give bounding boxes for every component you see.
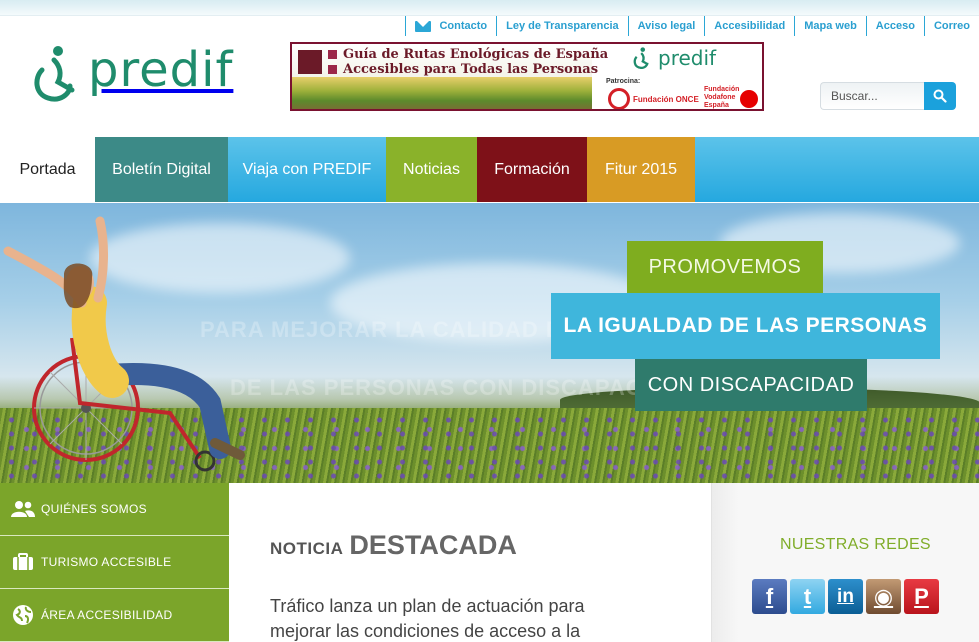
globe-icon — [11, 603, 35, 627]
social-panel: NUESTRAS REDES f t in ◉ P — [711, 483, 979, 642]
ad-once-text: Fundación ONCE — [633, 94, 699, 104]
sidebar-menu: QUIÉNES SOMOS TURISMO ACCESIBLE ÁREA ACC… — [0, 483, 229, 642]
hero-banner[interactable]: PARA MEJORAR LA CALIDAD DE DE LAS PERSON… — [0, 203, 979, 483]
main-nav: Portada Boletín Digital Viaja con PREDIF… — [0, 137, 979, 202]
featured-news-text[interactable]: Tráfico lanza un plan de actuación para … — [270, 594, 630, 642]
vodafone-logo-icon — [740, 90, 758, 108]
utility-nav: Contacto Ley de Transparencia Aviso lega… — [405, 16, 979, 36]
banner-ad[interactable]: Guía de Rutas Enológicas de España Acces… — [290, 42, 764, 111]
ad-line-1: Guía de Rutas Enológicas de España — [343, 47, 609, 62]
nav-item-noticias[interactable]: Noticias — [386, 137, 477, 202]
pinterest-icon[interactable]: P — [904, 579, 939, 614]
ad-landscape-image — [292, 77, 592, 109]
section-title: NOTICIA DESTACADA — [270, 530, 517, 561]
hero-ghost-text-2: DE LAS PERSONAS CON DISCAPACIDAD — [230, 375, 701, 400]
hero-tag-promovemos: PROMOVEMOS — [627, 241, 823, 293]
util-link-contacto[interactable]: Contacto — [405, 16, 496, 36]
users-icon — [11, 497, 35, 521]
sidebar-item-turismo-accesible[interactable]: TURISMO ACCESIBLE — [0, 536, 229, 589]
top-strip — [0, 0, 979, 16]
search-input[interactable] — [820, 82, 928, 110]
util-link-acceso[interactable]: Acceso — [865, 16, 924, 36]
sidebar-item-label: TURISMO ACCESIBLE — [41, 555, 172, 569]
nav-item-formacion[interactable]: Formación — [477, 137, 587, 202]
nav-item-fitur-2015[interactable]: Fitur 2015 — [587, 137, 695, 202]
ad-sponsor-label: Patrocina: — [606, 78, 641, 85]
nav-item-portada[interactable]: Portada — [0, 137, 95, 202]
woman-in-wheelchair-image — [3, 216, 245, 472]
util-link-accesibilidad[interactable]: Accesibilidad — [704, 16, 794, 36]
suitcase-icon — [11, 550, 35, 574]
hero-tag-discapacidad: CON DISCAPACIDAD — [635, 359, 867, 411]
predif-small-logo-icon — [633, 47, 649, 69]
sidebar-item-quienes-somos[interactable]: QUIÉNES SOMOS — [0, 483, 229, 536]
social-title: NUESTRAS REDES — [780, 536, 931, 553]
sidebar-item-label: QUIÉNES SOMOS — [41, 502, 147, 516]
sidebar-item-area-accesibilidad[interactable]: ÁREA ACCESIBILIDAD — [0, 589, 229, 642]
ad-logo-text: predif — [658, 46, 717, 70]
site-logo[interactable]: predif — [32, 42, 242, 102]
predif-wheelchair-logo-icon — [34, 46, 75, 102]
ad-line-2: Accesibles para Todas las Personas — [343, 62, 599, 77]
util-link-aviso-legal[interactable]: Aviso legal — [627, 16, 705, 36]
linkedin-icon[interactable]: in — [828, 579, 863, 614]
util-link-correo[interactable]: Correo — [923, 16, 979, 36]
twitter-icon[interactable]: t — [790, 579, 825, 614]
envelope-icon — [415, 20, 432, 32]
logo-text: predif — [88, 42, 234, 98]
once-logo-icon — [608, 88, 630, 109]
ad-vodafone-text: Fundación Vodafone España — [704, 86, 740, 109]
search-icon — [933, 89, 947, 103]
section-title-large: DESTACADA — [349, 530, 517, 560]
instagram-icon[interactable]: ◉ — [866, 579, 901, 614]
sidebar-item-label: ÁREA ACCESIBILIDAD — [41, 608, 173, 622]
nav-item-boletin-digital[interactable]: Boletín Digital — [95, 137, 228, 202]
nav-item-viaja-con-predif[interactable]: Viaja con PREDIF — [228, 137, 386, 202]
util-link-mapa-web[interactable]: Mapa web — [794, 16, 866, 36]
search-button[interactable] — [924, 82, 956, 110]
util-link-transparencia[interactable]: Ley de Transparencia — [496, 16, 628, 36]
social-links: f t in ◉ P — [752, 579, 939, 614]
hero-tag-igualdad: LA IGUALDAD DE LAS PERSONAS — [551, 293, 940, 359]
section-title-small: NOTICIA — [270, 539, 344, 558]
search-form — [820, 82, 956, 110]
facebook-icon[interactable]: f — [752, 579, 787, 614]
